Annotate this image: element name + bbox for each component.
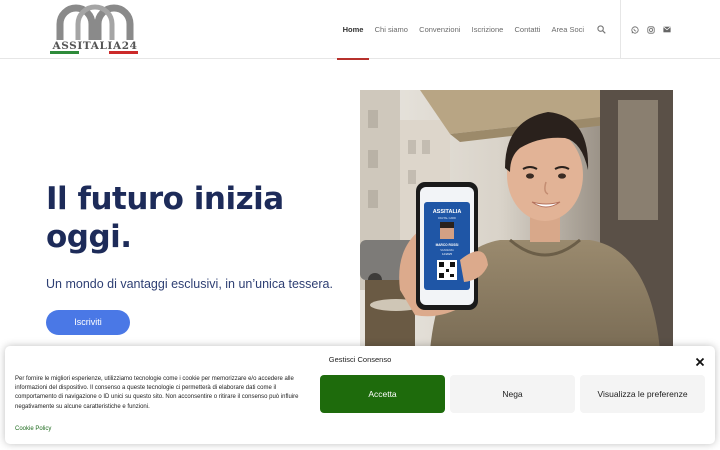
cookie-text: Per fornire le migliori esperienze, util… — [15, 376, 299, 410]
subscribe-button[interactable]: Iscriviti — [46, 310, 130, 335]
phone-card-date: 12/2025 — [442, 252, 453, 256]
search-icon[interactable] — [592, 0, 612, 59]
nav-item-area-soci[interactable]: Area Soci — [546, 0, 590, 59]
phone-card-name: MARCO ROSSI — [436, 243, 459, 247]
hero-subtitle: Un mondo di vantaggi esclusivi, in un’un… — [46, 277, 333, 291]
phone-card-type: DIGITAL CARD — [438, 216, 456, 220]
site-logo[interactable]: ASSITALIA24 — [50, 4, 140, 56]
phone-card-brand: ASSITALIA — [433, 209, 462, 215]
logo-flag — [50, 51, 138, 54]
instagram-icon[interactable] — [646, 25, 656, 35]
nav-item-convenzioni[interactable]: Convenzioni — [414, 0, 466, 59]
close-icon[interactable] — [695, 354, 705, 367]
mail-icon[interactable] — [662, 25, 672, 35]
site-header: ASSITALIA24 Home Chi siamo Convenzioni I… — [0, 0, 720, 60]
accept-button[interactable]: Accetta — [320, 375, 445, 413]
view-preferences-button[interactable]: Visualizza le preferenze — [580, 375, 705, 413]
cookie-title: Gestisci Consenso — [328, 355, 392, 364]
whatsapp-icon[interactable] — [630, 25, 640, 35]
nav-item-iscrizione[interactable]: Iscrizione — [466, 0, 509, 59]
main-nav: Home Chi siamo Convenzioni Iscrizione Co… — [337, 0, 612, 60]
nav-item-chi-siamo[interactable]: Chi siamo — [369, 0, 414, 59]
nav-item-home[interactable]: Home — [337, 0, 370, 60]
cookie-policy-link[interactable]: Cookie Policy — [15, 426, 51, 432]
nav-divider — [620, 0, 621, 59]
hero-photo: ASSITALIA DIGITAL CARD MARCO ROSSI SCADE… — [360, 90, 673, 350]
nav-item-contatti[interactable]: Contatti — [509, 0, 546, 59]
cookie-consent-banner: Gestisci Consenso Per fornire le miglior… — [5, 346, 715, 444]
logo-arcs-icon — [56, 4, 134, 40]
social-links — [630, 0, 672, 59]
deny-button[interactable]: Nega — [450, 375, 575, 413]
hero-title: Il futuro inizia oggi. — [46, 181, 284, 255]
